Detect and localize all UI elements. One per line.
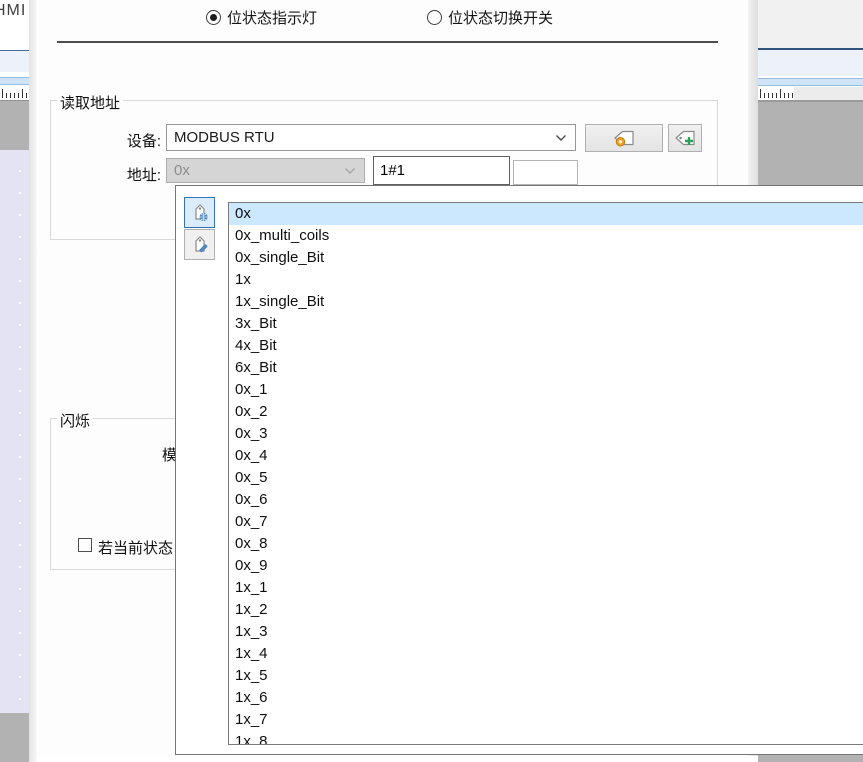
chevron-down-icon[interactable]	[555, 134, 567, 142]
address-extra-field[interactable]	[513, 160, 578, 185]
add-tag-button[interactable]	[668, 124, 702, 152]
state-condition-checkbox-label: 若当前状态	[98, 537, 173, 558]
background-toolbar-band	[758, 50, 863, 76]
address-value-text: 1#1	[380, 162, 405, 179]
background-panel	[758, 0, 863, 48]
address-type-option[interactable]: 0x_6	[229, 489, 863, 511]
address-type-option[interactable]: 1x_4	[229, 643, 863, 665]
address-type-option[interactable]: 0x_7	[229, 511, 863, 533]
radio-bit-toggle-label: 位状态切换开关	[448, 7, 553, 28]
tag-add-icon	[672, 128, 698, 148]
address-type-combobox-value: 0x	[167, 162, 344, 179]
address-type-dropdown-popup: 0x0x_multi_coils0x_single_Bit1x1x_single…	[175, 185, 863, 755]
chevron-down-icon[interactable]	[344, 167, 356, 175]
address-type-option[interactable]: 0x_multi_coils	[229, 225, 863, 247]
section-separator	[57, 41, 718, 43]
divider	[758, 100, 863, 102]
background-tab-band	[758, 78, 863, 86]
address-type-option[interactable]: 4x_Bit	[229, 335, 863, 357]
radio-bit-lamp[interactable]: 位状态指示灯	[206, 7, 317, 28]
blink-group-title: 闪烁	[57, 410, 93, 431]
address-type-option[interactable]: 1x_1	[229, 577, 863, 599]
device-combobox-value: MODBUS RTU	[167, 129, 555, 146]
address-type-option[interactable]: 0x_2	[229, 401, 863, 423]
address-type-list: 0x0x_multi_coils0x_single_Bit1x1x_single…	[228, 202, 863, 745]
state-condition-checkbox[interactable]	[78, 538, 92, 552]
address-type-option[interactable]: 1x	[229, 269, 863, 291]
background-toolbar-band	[0, 51, 29, 72]
ruler-left	[0, 88, 29, 100]
address-type-combobox[interactable]: 0x	[166, 158, 365, 183]
address-type-option[interactable]: 0x	[229, 203, 863, 225]
background-gray-area	[0, 713, 29, 762]
ruler-right	[758, 87, 794, 100]
address-type-option[interactable]: 1x_single_Bit	[229, 291, 863, 313]
address-type-option[interactable]: 0x_3	[229, 423, 863, 445]
address-type-option[interactable]: 3x_Bit	[229, 313, 863, 335]
address-type-option[interactable]: 6x_Bit	[229, 357, 863, 379]
tag-library-button[interactable]	[585, 124, 663, 152]
editor-canvas	[0, 150, 29, 713]
radio-bit-toggle-switch[interactable]: 位状态切换开关	[427, 7, 553, 28]
address-value-input[interactable]: 1#1	[373, 156, 510, 185]
address-type-option[interactable]: 0x_8	[229, 533, 863, 555]
background-left-panel: HMI	[0, 0, 29, 762]
device-label: 设备:	[113, 130, 161, 151]
address-type-option[interactable]: 1x_2	[229, 599, 863, 621]
address-type-option[interactable]: 1x_5	[229, 665, 863, 687]
tag-settings-icon	[611, 128, 637, 148]
background-tab-band	[0, 77, 29, 85]
address-label: 地址:	[113, 164, 161, 185]
address-type-option[interactable]: 1x_6	[229, 687, 863, 709]
screen: HMI 位状态指示灯 位状态切换开关	[0, 0, 863, 762]
dialog-left-edge	[29, 0, 37, 762]
part-type-radio-group: 位状态指示灯 位状态切换开关	[37, 0, 748, 34]
address-type-option[interactable]: 0x_9	[229, 555, 863, 577]
address-type-option[interactable]: 0x_1	[229, 379, 863, 401]
background-gray-area	[0, 101, 29, 150]
radio-unselected-icon[interactable]	[427, 10, 442, 25]
background-window-title: HMI	[0, 2, 26, 20]
address-type-option[interactable]: 0x_5	[229, 467, 863, 489]
radio-selected-icon[interactable]	[206, 10, 221, 25]
popup-bottom-gap	[37, 756, 758, 762]
read-address-group-title: 读取地址	[57, 92, 123, 113]
address-type-option[interactable]: 1x_3	[229, 621, 863, 643]
address-type-option[interactable]: 1x_7	[229, 709, 863, 731]
address-type-option[interactable]: 0x_single_Bit	[229, 247, 863, 269]
tag-globe-icon	[189, 202, 211, 224]
device-combobox[interactable]: MODBUS RTU	[166, 124, 576, 151]
edit-tags-button[interactable]	[184, 229, 215, 260]
tag-edit-icon	[189, 234, 211, 256]
address-type-option[interactable]: 1x_8	[229, 731, 863, 745]
system-tags-button[interactable]	[184, 197, 215, 228]
address-type-option[interactable]: 0x_4	[229, 445, 863, 467]
radio-bit-lamp-label: 位状态指示灯	[227, 7, 317, 28]
